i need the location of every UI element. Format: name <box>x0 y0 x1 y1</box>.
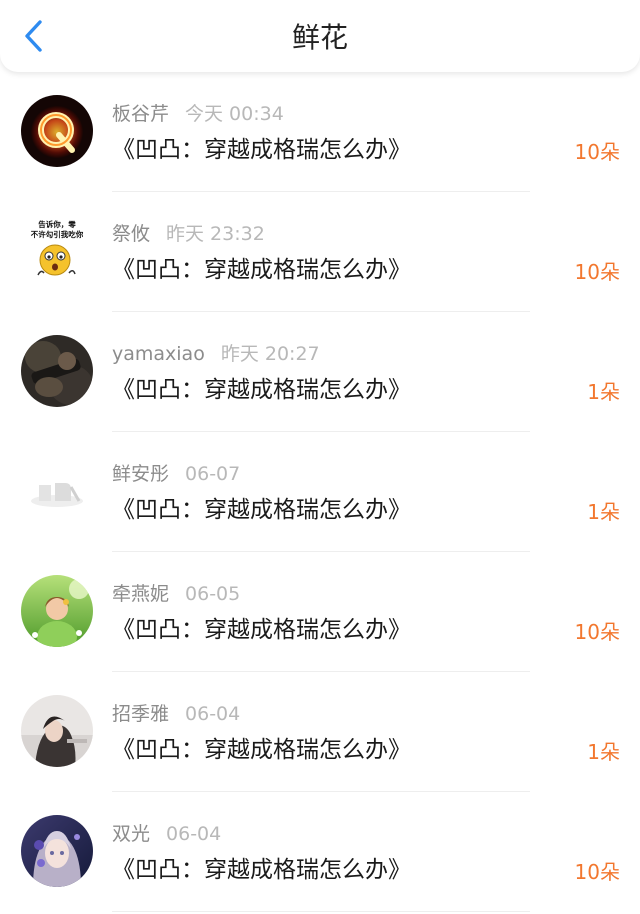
sender-info: 招季雅 06-04 <box>112 700 240 728</box>
fire-letter-q-avatar[interactable] <box>21 95 93 167</box>
svg-text:不许勾引我吃你: 不许勾引我吃你 <box>31 229 84 239</box>
girl-in-meadow-avatar[interactable] <box>21 575 93 647</box>
timestamp: 昨天 20:27 <box>220 343 320 365</box>
sender-info: 双光 06-04 <box>112 820 221 848</box>
username[interactable]: 板谷芹 <box>112 103 169 125</box>
book-title[interactable]: 《凹凸：穿越成格瑞怎么办》 <box>112 735 411 765</box>
divider <box>112 911 530 912</box>
flower-count: 1朵 <box>587 740 620 764</box>
flower-count: 10朵 <box>574 140 620 164</box>
book-title[interactable]: 《凹凸：穿越成格瑞怎么办》 <box>112 495 411 525</box>
top-bar: 鲜花 <box>0 0 640 72</box>
flower-gift-list: 板谷芹 今天 00:34 《凹凸：穿越成格瑞怎么办》 10朵 告诉你，零 不许勾引… <box>0 72 640 912</box>
girl-portrait-avatar[interactable] <box>21 695 93 767</box>
list-item[interactable]: 牵燕妮 06-05 《凹凸：穿越成格瑞怎么办》 10朵 <box>0 552 640 672</box>
flower-count: 1朵 <box>587 500 620 524</box>
dark-photo-avatar[interactable] <box>21 335 93 407</box>
username[interactable]: 招季雅 <box>112 703 169 725</box>
timestamp: 06-04 <box>185 703 241 725</box>
timestamp: 今天 00:34 <box>185 103 284 125</box>
light-sketch-avatar[interactable] <box>21 455 93 527</box>
sender-info: 鲜安彤 06-07 <box>112 460 240 488</box>
list-item[interactable]: 板谷芹 今天 00:34 《凹凸：穿越成格瑞怎么办》 10朵 <box>0 72 640 192</box>
book-title[interactable]: 《凹凸：穿越成格瑞怎么办》 <box>112 135 411 165</box>
username[interactable]: 双光 <box>112 823 150 845</box>
flower-count: 1朵 <box>587 380 620 404</box>
list-item[interactable]: 鲜安彤 06-07 《凹凸：穿越成格瑞怎么办》 1朵 <box>0 432 640 552</box>
list-item[interactable]: yamaxiao 昨天 20:27 《凹凸：穿越成格瑞怎么办》 1朵 <box>0 312 640 432</box>
flower-count: 10朵 <box>574 620 620 644</box>
sender-info: 牵燕妮 06-05 <box>112 580 240 608</box>
book-title[interactable]: 《凹凸：穿越成格瑞怎么办》 <box>112 855 411 885</box>
anime-girl-avatar[interactable] <box>21 815 93 887</box>
book-title[interactable]: 《凹凸：穿越成格瑞怎么办》 <box>112 255 411 285</box>
timestamp: 06-07 <box>185 463 241 485</box>
meme-emoji-avatar[interactable]: 告诉你，零 不许勾引我吃你 <box>21 215 93 287</box>
sender-info: yamaxiao 昨天 20:27 <box>112 340 320 368</box>
username[interactable]: 祭攸 <box>112 223 150 245</box>
sender-info: 祭攸 昨天 23:32 <box>112 220 265 248</box>
sender-info: 板谷芹 今天 00:34 <box>112 100 284 128</box>
flower-count: 10朵 <box>574 860 620 884</box>
username[interactable]: 鲜安彤 <box>112 463 169 485</box>
svg-text:告诉你，零: 告诉你，零 <box>38 219 76 229</box>
book-title[interactable]: 《凹凸：穿越成格瑞怎么办》 <box>112 615 411 645</box>
timestamp: 06-04 <box>166 823 222 845</box>
book-title[interactable]: 《凹凸：穿越成格瑞怎么办》 <box>112 375 411 405</box>
page-title: 鲜花 <box>291 21 348 54</box>
list-item[interactable]: 双光 06-04 《凹凸：穿越成格瑞怎么办》 10朵 <box>0 792 640 912</box>
username[interactable]: 牵燕妮 <box>112 583 169 605</box>
flower-count: 10朵 <box>574 260 620 284</box>
timestamp: 昨天 23:32 <box>166 223 265 245</box>
list-item[interactable]: 告诉你，零 不许勾引我吃你 祭攸 昨天 23:32 《凹凸：穿越成格瑞怎么办》 1… <box>0 192 640 312</box>
list-item[interactable]: 招季雅 06-04 《凹凸：穿越成格瑞怎么办》 1朵 <box>0 672 640 792</box>
timestamp: 06-05 <box>185 583 241 605</box>
username[interactable]: yamaxiao <box>112 343 205 365</box>
